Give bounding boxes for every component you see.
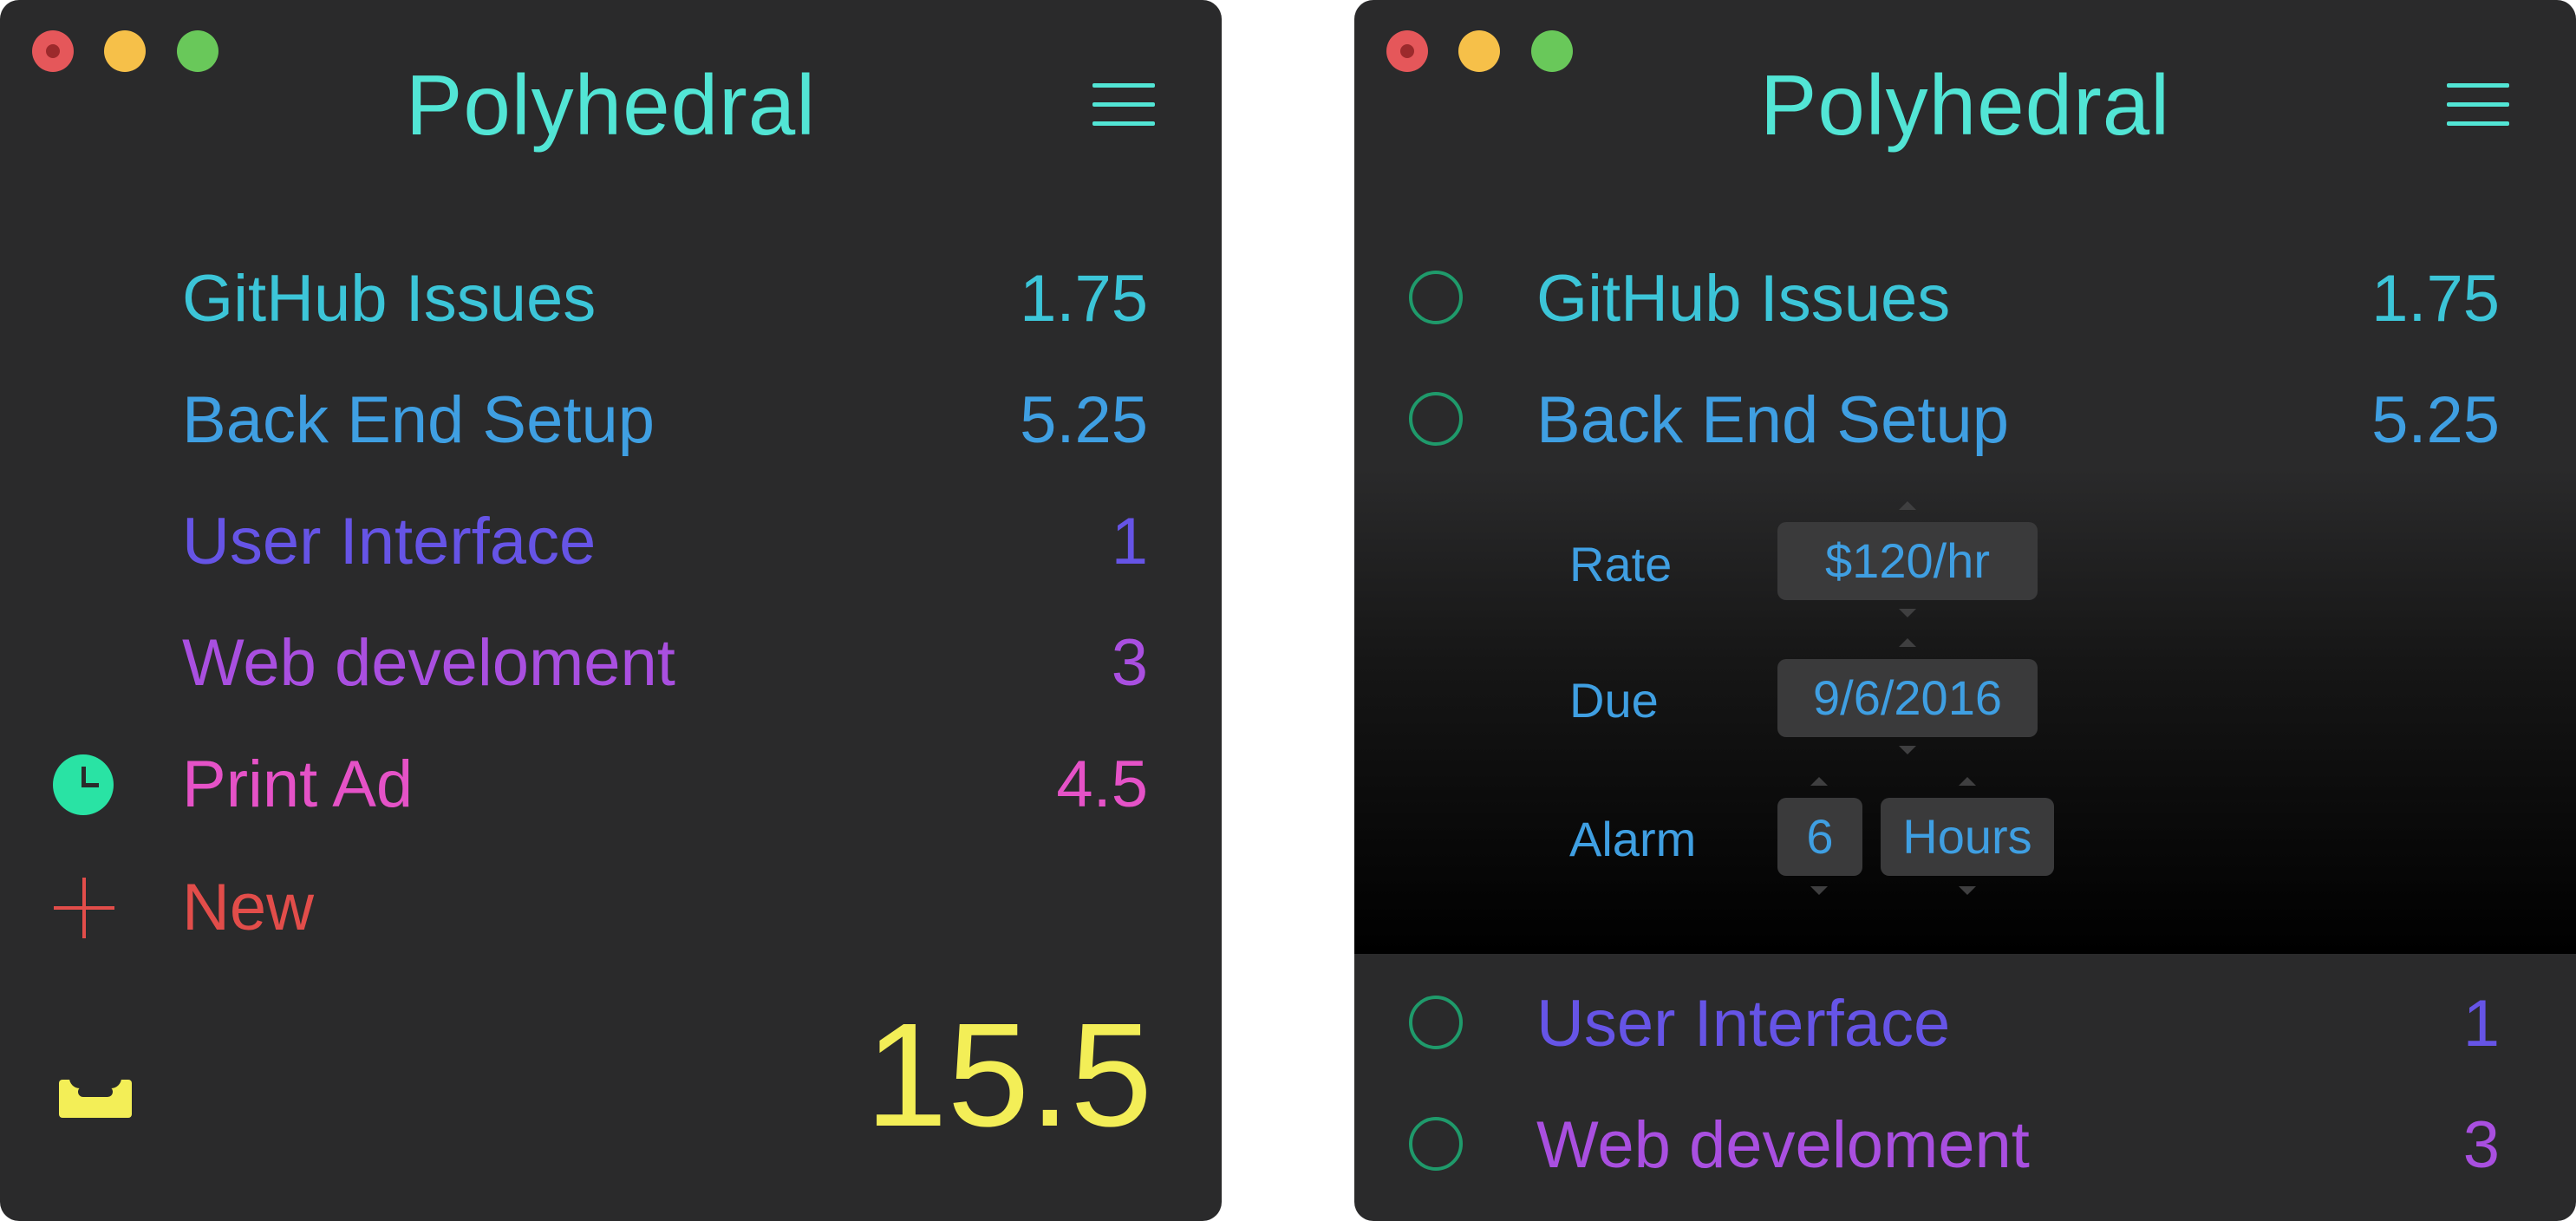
project-hours: 3 [2462,1108,2500,1182]
due-date-field[interactable]: 9/6/2016 [1777,659,2038,737]
inbox-icon[interactable] [59,1071,132,1118]
rate-field[interactable]: $120/hr [1777,522,2038,600]
new-project-button[interactable]: New [0,860,1222,956]
rate-decrement-icon[interactable] [1899,609,1916,617]
rate-increment-icon[interactable] [1899,501,1916,510]
due-label: Due [1569,673,1659,728]
hamburger-menu-icon[interactable] [1092,83,1155,128]
circle-icon[interactable] [1409,271,1463,324]
due-increment-icon[interactable] [1899,638,1916,647]
circle-icon[interactable] [1409,392,1463,446]
project-hours: 4.5 [1056,748,1148,821]
polyhedral-window-list: Polyhedral GitHub Issues 1.75 Back End S… [0,0,1222,1221]
project-name: User Interface [1536,987,1951,1061]
polyhedral-window-detail: Polyhedral GitHub Issues 1.75 Back End S… [1354,0,2576,1221]
project-name: Web develoment [182,626,675,700]
alarm-unit-increment-icon[interactable] [1959,777,1976,786]
project-hours: 1.75 [1020,262,1148,336]
project-name: User Interface [182,505,597,578]
rate-label: Rate [1569,537,1673,591]
project-hours: 3 [1111,626,1148,700]
project-row-web-development[interactable]: Web develoment 3 [1354,1098,2576,1193]
alarm-unit-decrement-icon[interactable] [1959,886,1976,895]
project-row-github-issues[interactable]: GitHub Issues 1.75 [1354,251,2576,347]
project-row-github-issues[interactable]: GitHub Issues 1.75 [0,251,1222,347]
total-hours: 15.5 [865,993,1152,1158]
project-name: Print Ad [182,748,414,821]
alarm-label: Alarm [1569,812,1697,866]
new-project-label: New [182,871,315,944]
app-title: Polyhedral [1759,57,2171,153]
alarm-unit-field[interactable]: Hours [1881,798,2054,876]
alarm-amount-decrement-icon[interactable] [1810,886,1828,895]
project-name: Back End Setup [1536,383,2010,457]
due-decrement-icon[interactable] [1899,746,1916,754]
project-row-user-interface[interactable]: User Interface 1 [0,494,1222,590]
plus-icon [54,878,114,938]
project-hours: 1.75 [2371,262,2500,336]
project-row-user-interface[interactable]: User Interface 1 [1354,976,2576,1072]
project-name: GitHub Issues [182,262,597,336]
project-hours: 1 [1111,505,1148,578]
circle-icon[interactable] [1409,1117,1463,1171]
circle-icon[interactable] [1409,996,1463,1049]
project-row-web-development[interactable]: Web develoment 3 [0,616,1222,711]
project-row-back-end-setup[interactable]: Back End Setup 5.25 [1354,373,2576,468]
project-row-print-ad[interactable]: Print Ad 4.5 [0,737,1222,832]
project-hours: 5.25 [1020,383,1148,457]
alarm-amount-field[interactable]: 6 [1777,798,1862,876]
app-title: Polyhedral [405,57,817,153]
hamburger-menu-icon[interactable] [2447,83,2509,128]
project-hours: 1 [2462,987,2500,1061]
project-hours: 5.25 [2371,383,2500,457]
project-name: Web develoment [1536,1108,2030,1182]
clock-icon[interactable] [53,754,114,815]
alarm-amount-increment-icon[interactable] [1810,777,1828,786]
project-name: Back End Setup [182,383,655,457]
project-name: GitHub Issues [1536,262,1951,336]
project-detail-panel: Rate $120/hr Due 9/6/2016 Alarm 6 Hours [1354,468,2576,954]
project-row-back-end-setup[interactable]: Back End Setup 5.25 [0,373,1222,468]
